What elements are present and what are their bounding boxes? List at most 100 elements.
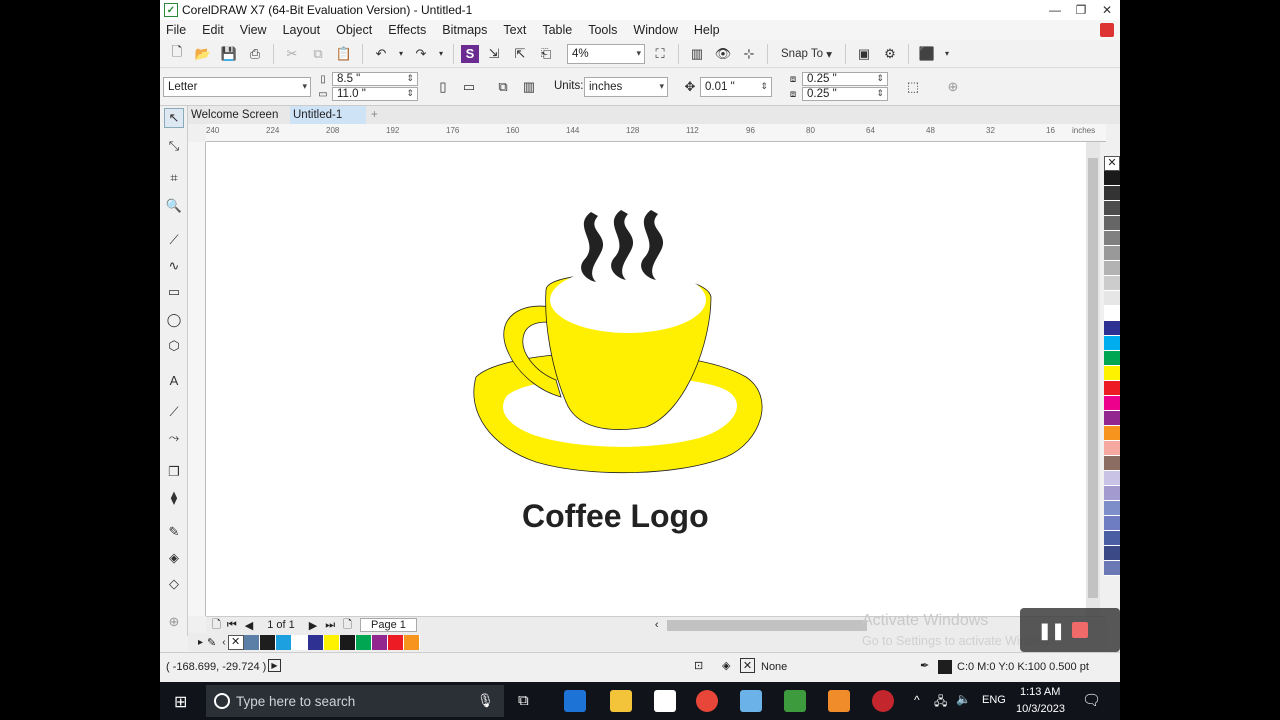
vertical-ruler[interactable] (188, 142, 206, 616)
docpal-swatch[interactable] (387, 634, 404, 650)
dimension-tool-icon[interactable]: ⟋ (164, 402, 184, 422)
zoom-level-combo[interactable]: 4% ▾ (567, 43, 645, 64)
smart-fill-tool-icon[interactable]: ◇ (164, 574, 184, 594)
launch-icon[interactable]: ⬛ (916, 43, 938, 65)
treat-as-filled-icon[interactable]: ⬚ (902, 76, 924, 98)
connector-tool-icon[interactable]: ⤳ (164, 428, 184, 448)
landscape-icon[interactable]: ▭ (458, 76, 480, 98)
palette-swatch[interactable] (1104, 231, 1120, 246)
show-grid-icon[interactable]: 👁 (712, 43, 734, 65)
palette-swatch[interactable] (1104, 291, 1120, 306)
transparency-tool-icon[interactable]: ⧫ (164, 488, 184, 508)
show-rulers-icon[interactable]: ▥ (686, 43, 708, 65)
open-folder-icon[interactable]: 📂 (192, 43, 214, 65)
app-icon-blue[interactable] (740, 690, 762, 712)
palette-swatch[interactable] (1104, 426, 1120, 441)
menu-window[interactable]: Window (633, 23, 677, 37)
docpal-swatch[interactable] (291, 634, 308, 650)
chrome-icon[interactable] (696, 690, 718, 712)
horizontal-scrollbar[interactable] (666, 619, 867, 631)
coffee-cup-artwork[interactable] (206, 142, 1086, 616)
taskbar-search-box[interactable]: Type here to search 🎙 (206, 685, 504, 717)
undo-dropdown-icon[interactable]: ▾ (396, 43, 406, 65)
docpal-swatch[interactable] (403, 634, 420, 650)
task-view-icon[interactable]: ⧉ (518, 692, 529, 709)
notifications-icon[interactable]: 🗨 (1082, 691, 1101, 709)
options-icon[interactable]: ▣ (853, 43, 875, 65)
duplicate-distance-x-field[interactable]: 0.25 " ⇕ (802, 72, 888, 86)
add-tab-button[interactable]: + (368, 106, 386, 124)
menu-text[interactable]: Text (503, 23, 526, 37)
menu-tools[interactable]: Tools (588, 23, 617, 37)
docpal-eyedropper-icon[interactable]: ✎ (207, 636, 216, 649)
palette-swatch[interactable] (1104, 516, 1120, 531)
eyedropper-tool-icon[interactable]: ✎ (164, 522, 184, 542)
drawing-canvas[interactable]: Coffee Logo (206, 142, 1086, 616)
palette-swatch[interactable] (1104, 261, 1120, 276)
text-tool-icon[interactable]: A (164, 370, 184, 390)
palette-swatch[interactable] (1104, 351, 1120, 366)
first-page-icon[interactable]: ⏮ (227, 619, 237, 632)
palette-swatch[interactable] (1104, 471, 1120, 486)
application-launcher-icon[interactable]: ⚙ (879, 43, 901, 65)
guidelines-icon[interactable]: ⊹ (738, 43, 760, 65)
add-page-icon[interactable]: 🗋 (343, 616, 352, 635)
docpal-no-color-swatch[interactable]: ✕ (227, 634, 244, 650)
interactive-fill-tool-icon[interactable]: ◈ (164, 548, 184, 568)
redo-dropdown-icon[interactable]: ▾ (436, 43, 446, 65)
vertical-scroll-thumb[interactable] (1088, 158, 1098, 598)
palette-swatch[interactable] (1104, 546, 1120, 561)
palette-swatch[interactable] (1104, 306, 1120, 321)
no-color-swatch[interactable]: ✕ (1104, 156, 1120, 171)
start-windows-icon[interactable]: ⊞ (174, 692, 187, 712)
file-explorer-icon[interactable] (610, 690, 632, 712)
drop-shadow-tool-icon[interactable]: ❐ (164, 462, 184, 482)
pick-tool-icon[interactable]: ↖ (164, 108, 184, 128)
status-play-icon[interactable]: ▶ (268, 659, 281, 672)
palette-swatch[interactable] (1104, 486, 1120, 501)
docpal-swatch[interactable] (259, 634, 276, 650)
print-icon[interactable]: ⎙ (244, 43, 266, 65)
page-width-field[interactable]: 8.5 " ⇕ (332, 72, 418, 86)
outline-pen-icon[interactable]: ✒ (920, 659, 929, 672)
screen-recorder-icon[interactable] (872, 690, 894, 712)
next-page-icon[interactable]: ▶ (309, 619, 317, 632)
save-icon[interactable]: 💾 (218, 43, 240, 65)
clock-date[interactable]: 10/3/2023 (1016, 703, 1065, 715)
ellipse-tool-icon[interactable]: ◯ (164, 310, 184, 330)
color-proofing-icon[interactable]: ⊡ (694, 659, 703, 672)
palette-swatch[interactable] (1104, 396, 1120, 411)
palette-swatch[interactable] (1104, 531, 1120, 546)
full-screen-icon[interactable]: ⛶ (649, 43, 671, 65)
microsoft-store-icon[interactable] (654, 690, 676, 712)
nudge-distance-field[interactable]: 0.01 " ⇕ (700, 77, 772, 97)
current-page-icon[interactable]: ▥ (518, 76, 540, 98)
docpal-collapse-icon[interactable]: ‹ (222, 637, 225, 648)
crop-tool-icon[interactable]: ⌗ (164, 168, 184, 188)
docpal-swatch[interactable] (275, 634, 292, 650)
add-preset-icon[interactable]: ⊕ (942, 76, 964, 98)
palette-swatch[interactable] (1104, 171, 1120, 186)
horizontal-scroll-left-icon[interactable]: ‹ (655, 619, 659, 631)
palette-swatch[interactable] (1104, 411, 1120, 426)
palette-swatch[interactable] (1104, 381, 1120, 396)
menu-table[interactable]: Table (542, 23, 572, 37)
units-combo[interactable]: inches ▾ (584, 77, 668, 97)
add-tool-icon[interactable]: ⊕ (164, 612, 184, 632)
artistic-media-tool-icon[interactable]: ∿ (164, 256, 184, 276)
menu-file[interactable]: File (166, 23, 186, 37)
network-icon[interactable]: 🖧 (934, 692, 947, 713)
docpal-swatch[interactable] (355, 634, 372, 650)
cut-icon[interactable]: ✂ (281, 43, 303, 65)
previous-page-icon[interactable]: ◀ (245, 619, 253, 632)
palette-swatch[interactable] (1104, 246, 1120, 261)
close-button[interactable]: ✕ (1094, 0, 1120, 20)
user-icon[interactable] (1100, 23, 1114, 37)
menu-bitmaps[interactable]: Bitmaps (442, 23, 487, 37)
copy-icon[interactable]: ⧉ (307, 43, 329, 65)
maximize-button[interactable]: ❐ (1068, 0, 1094, 20)
freehand-tool-icon[interactable]: ⟋ (164, 230, 184, 250)
menu-view[interactable]: View (240, 23, 267, 37)
tray-chevron-icon[interactable]: ^ (914, 693, 920, 707)
coreldraw-taskbar-icon[interactable] (784, 690, 806, 712)
